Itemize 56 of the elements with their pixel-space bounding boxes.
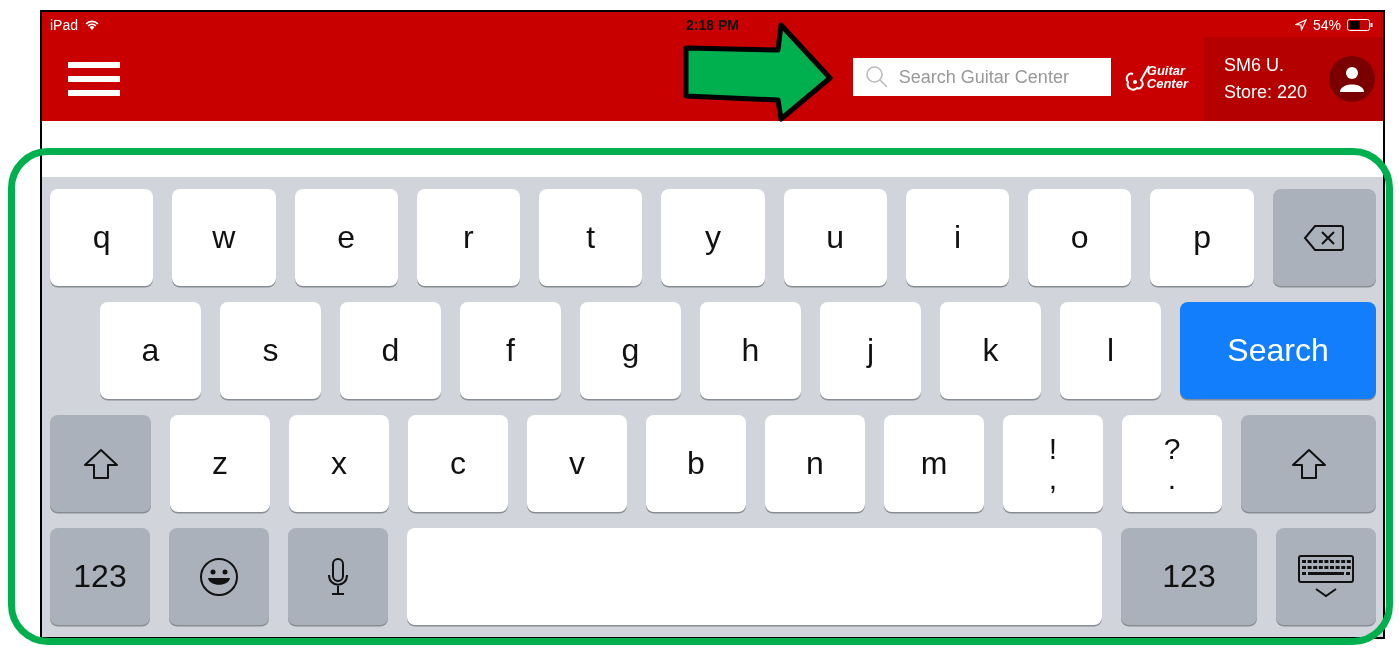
store-logo[interactable]: Guitar Center (1124, 62, 1188, 92)
shift-key[interactable] (50, 415, 151, 512)
wifi-icon (84, 18, 101, 31)
letter-key[interactable]: z (170, 415, 270, 512)
letter-key[interactable]: i (905, 189, 1010, 286)
letter-key[interactable]: h (700, 302, 801, 399)
letter-key[interactable]: e (294, 189, 398, 286)
letter-key[interactable]: d (340, 302, 441, 399)
hide-keyboard-key[interactable] (1276, 528, 1376, 625)
letter-key[interactable]: c (408, 415, 508, 512)
battery-percent: 54% (1312, 16, 1341, 33)
avatar-icon[interactable] (1329, 56, 1375, 102)
letter-key[interactable]: j (820, 302, 921, 399)
backspace-icon (1303, 223, 1346, 252)
letter-key[interactable]: r (416, 189, 521, 286)
user-name: SM6 U. (1224, 54, 1285, 77)
letter-key[interactable]: g (580, 302, 681, 399)
letter-key[interactable]: k (940, 302, 1041, 399)
letter-key[interactable]: x (289, 415, 389, 512)
letter-key[interactable]: p (1150, 189, 1254, 286)
letter-key[interactable]: o (1028, 189, 1132, 286)
letter-key[interactable]: m (884, 415, 984, 512)
letter-key[interactable]: b (646, 415, 746, 512)
letter-key[interactable]: n (765, 415, 865, 512)
letter-key[interactable]: u (783, 189, 887, 286)
letter-key[interactable]: w (172, 189, 276, 286)
keyboard-hide-icon (1298, 554, 1354, 599)
status-time: 2:18 PM (686, 16, 739, 33)
store-number: Store: 220 (1224, 81, 1309, 104)
menu-icon[interactable] (68, 62, 120, 96)
carrier-label: iPad (50, 16, 79, 33)
search-field[interactable]: Search Guitar Center (852, 58, 1111, 96)
letter-key[interactable]: t (539, 189, 643, 286)
letter-key[interactable]: q (50, 189, 154, 286)
numbers-key[interactable]: 123 (50, 528, 150, 625)
letter-key[interactable]: l (1060, 302, 1161, 399)
shift-icon (82, 447, 119, 480)
shift-icon (1290, 447, 1327, 480)
search-icon (864, 65, 889, 89)
letter-key[interactable]: y (661, 189, 765, 286)
letter-key[interactable]: f (460, 302, 561, 399)
search-key[interactable]: Search (1180, 302, 1376, 399)
numbers-key[interactable]: 123 (1121, 528, 1257, 625)
punctuation-key[interactable]: ? . (1122, 415, 1222, 512)
battery-icon (1347, 18, 1373, 31)
emoji-key[interactable] (169, 528, 269, 625)
smiley-icon (199, 556, 239, 597)
letter-key[interactable]: a (100, 302, 201, 399)
location-icon (1294, 18, 1307, 31)
microphone-icon (327, 557, 349, 596)
microphone-key[interactable] (288, 528, 388, 625)
punctuation-key[interactable]: ! , (1003, 415, 1103, 512)
letter-key[interactable]: v (527, 415, 627, 512)
backspace-key[interactable] (1272, 189, 1376, 286)
letter-key[interactable]: s (220, 302, 321, 399)
user-panel[interactable]: SM6 U. Store: 220 (1204, 37, 1383, 121)
